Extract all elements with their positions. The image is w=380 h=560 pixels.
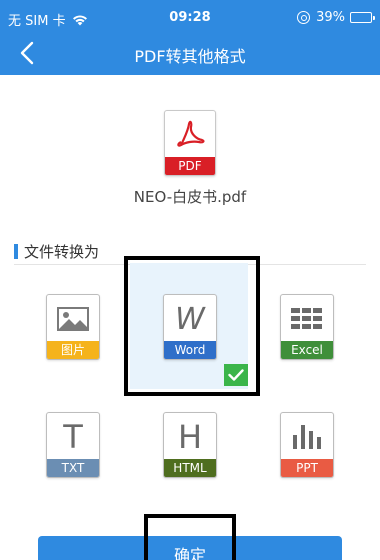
section-accent-bar [14, 244, 18, 259]
convert-page: 无 SIM 卡 09:28 39% PDF转其他格式 PDF NEO-白皮书.p… [0, 0, 380, 560]
letter-t-icon: T [63, 418, 83, 456]
page-title: PDF转其他格式 [134, 47, 246, 66]
format-label: PPT [281, 459, 333, 477]
status-bar: 无 SIM 卡 09:28 39% [0, 0, 380, 36]
confirm-button[interactable]: 确定 [38, 536, 342, 560]
source-file-icon: PDF [164, 110, 216, 176]
format-option-excel[interactable]: Excel [280, 294, 334, 360]
image-icon [47, 299, 99, 339]
format-label: HTML [164, 459, 216, 477]
bar-chart-icon [281, 417, 333, 457]
pdf-type-label: PDF [165, 157, 215, 175]
format-option-ppt[interactable]: PPT [280, 412, 334, 478]
letter-h-icon: H [177, 418, 203, 456]
acrobat-icon [165, 115, 215, 153]
format-label: Excel [281, 341, 333, 359]
format-option-image[interactable]: 图片 [46, 294, 100, 360]
section-header: 文件转换为 [14, 241, 99, 262]
table-grid-icon [281, 299, 333, 339]
section-label: 文件转换为 [24, 243, 100, 261]
format-label: Word [164, 341, 216, 359]
battery-icon [350, 12, 375, 23]
format-label: 图片 [47, 341, 99, 359]
format-option-txt[interactable]: T TXT [46, 412, 100, 478]
format-label: TXT [47, 459, 99, 477]
format-option-word[interactable]: W Word [163, 294, 217, 360]
format-option-html[interactable]: H HTML [163, 412, 217, 478]
file-name: NEO-白皮书.pdf [133, 188, 247, 206]
selected-check-icon [224, 364, 248, 386]
battery-percent: 39% [316, 10, 345, 25]
orientation-lock-icon [297, 11, 311, 24]
word-w-icon: W [175, 301, 205, 337]
header: 无 SIM 卡 09:28 39% PDF转其他格式 [0, 0, 380, 75]
